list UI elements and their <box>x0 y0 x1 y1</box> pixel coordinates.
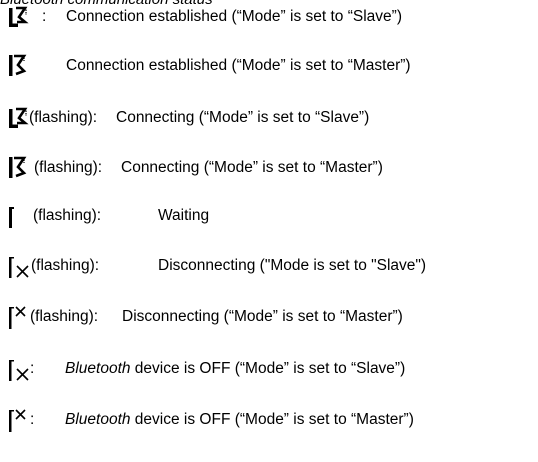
status-row-master-disconnecting: (flashing): Disconnecting (“Mode” is set… <box>8 302 536 332</box>
status-row-master-connecting-text: Connecting (“Mode” is set to “Master”) <box>121 159 383 176</box>
status-row-slave-off-text: Bluetooth device is OFF (“Mode” is set t… <box>65 354 405 384</box>
bluetooth-slave-connected-icon <box>8 5 36 31</box>
status-row-master-connected: Connection established (“Mode” is set to… <box>8 51 536 81</box>
status-row-slave-disconnecting: (flashing): Disconnecting ("Mode is set … <box>8 251 536 281</box>
status-row-waiting: (flashing): Waiting <box>8 201 536 231</box>
status-row-master-off-em: Bluetooth <box>65 411 131 428</box>
status-row-master-disconnecting-label: (flashing): <box>30 308 99 325</box>
bluetooth-master-connected-icon <box>8 54 36 80</box>
status-row-master-off: : Bluetooth device is OFF (“Mode” is set… <box>8 405 536 435</box>
status-row-slave-off-label: : <box>30 360 35 377</box>
status-row-slave-disconnecting-label: (flashing): <box>31 257 100 274</box>
status-row-master-connected-text: Connection established (“Mode” is set to… <box>66 57 411 74</box>
status-row-waiting-text: Waiting <box>158 207 210 224</box>
status-row-master-connecting-label: (flashing): <box>34 159 103 176</box>
bluetooth-master-connecting-icon <box>8 156 36 182</box>
status-row-slave-off-rest: device is OFF (“Mode” is set to “Slave”) <box>130 360 406 377</box>
status-row-slave-off: : Bluetooth device is OFF (“Mode” is set… <box>8 354 536 384</box>
status-row-slave-connecting-text: Connecting (“Mode” is set to “Slave”) <box>116 109 370 126</box>
status-row-slave-connected: : Connection established (“Mode” is set … <box>8 2 536 32</box>
status-row-slave-connected-label: : <box>42 8 47 25</box>
status-row-slave-connecting-label: (flashing): <box>29 109 98 126</box>
status-row-waiting-label: (flashing): <box>33 207 102 224</box>
status-row-slave-connected-text: Connection established (“Mode” is set to… <box>66 8 402 25</box>
status-row-slave-connecting: (flashing): Connecting (“Mode” is set to… <box>8 103 536 133</box>
status-row-master-off-rest: device is OFF (“Mode” is set to “Master”… <box>130 411 414 428</box>
status-row-slave-disconnecting-text: Disconnecting ("Mode is set to "Slave") <box>158 257 427 274</box>
status-row-master-off-text: Bluetooth device is OFF (“Mode” is set t… <box>65 405 414 435</box>
status-row-master-disconnecting-text: Disconnecting (“Mode” is set to “Master”… <box>122 308 403 325</box>
bluetooth-waiting-icon <box>8 204 36 230</box>
status-row-master-connecting: (flashing): Connecting (“Mode” is set to… <box>8 153 536 183</box>
status-row-slave-off-em: Bluetooth <box>65 360 131 377</box>
status-row-master-off-label: : <box>30 411 35 428</box>
